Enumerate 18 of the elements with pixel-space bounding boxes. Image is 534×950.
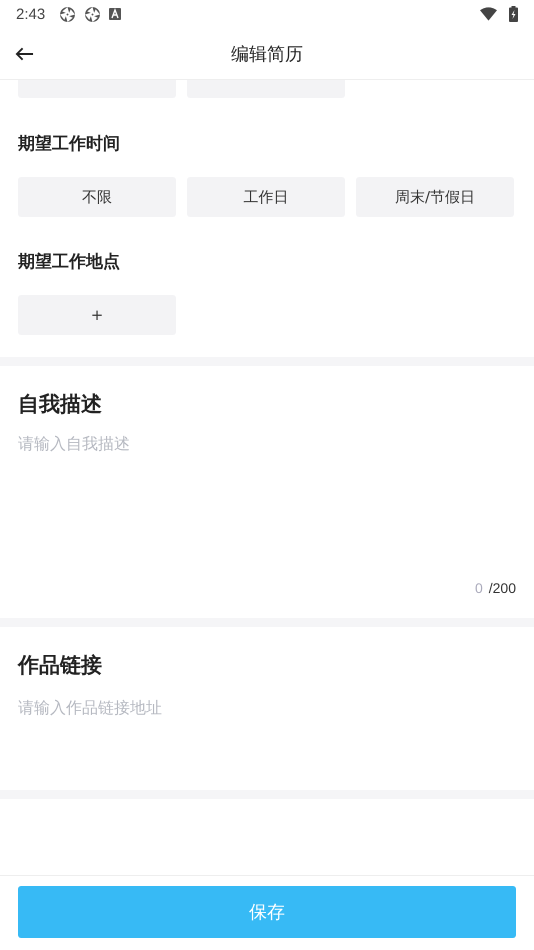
option-chip[interactable]: 不限 — [18, 177, 176, 217]
char-count: 0 — [474, 580, 483, 596]
section-title: 期望工作地点 — [18, 251, 121, 274]
option-chip[interactable]: 周末/节假日 — [356, 177, 514, 217]
wifi-icon — [480, 7, 497, 21]
aperture-icon — [59, 6, 76, 22]
option-chip[interactable]: 工作日 — [187, 177, 345, 217]
back-arrow-icon[interactable] — [15, 46, 34, 62]
status-time: 2:43 — [16, 6, 46, 22]
section-title: 自我描述 — [18, 391, 103, 418]
char-limit: /200 — [488, 580, 516, 596]
notification-icon — [109, 8, 122, 20]
section-title: 期望工作时间 — [18, 133, 121, 156]
section-title: 作品链接 — [18, 652, 103, 679]
option-chip[interactable]: + — [18, 295, 176, 335]
page-title: 编辑简历 — [231, 42, 303, 66]
aperture-icon — [84, 6, 102, 22]
battery-icon — [509, 6, 518, 22]
